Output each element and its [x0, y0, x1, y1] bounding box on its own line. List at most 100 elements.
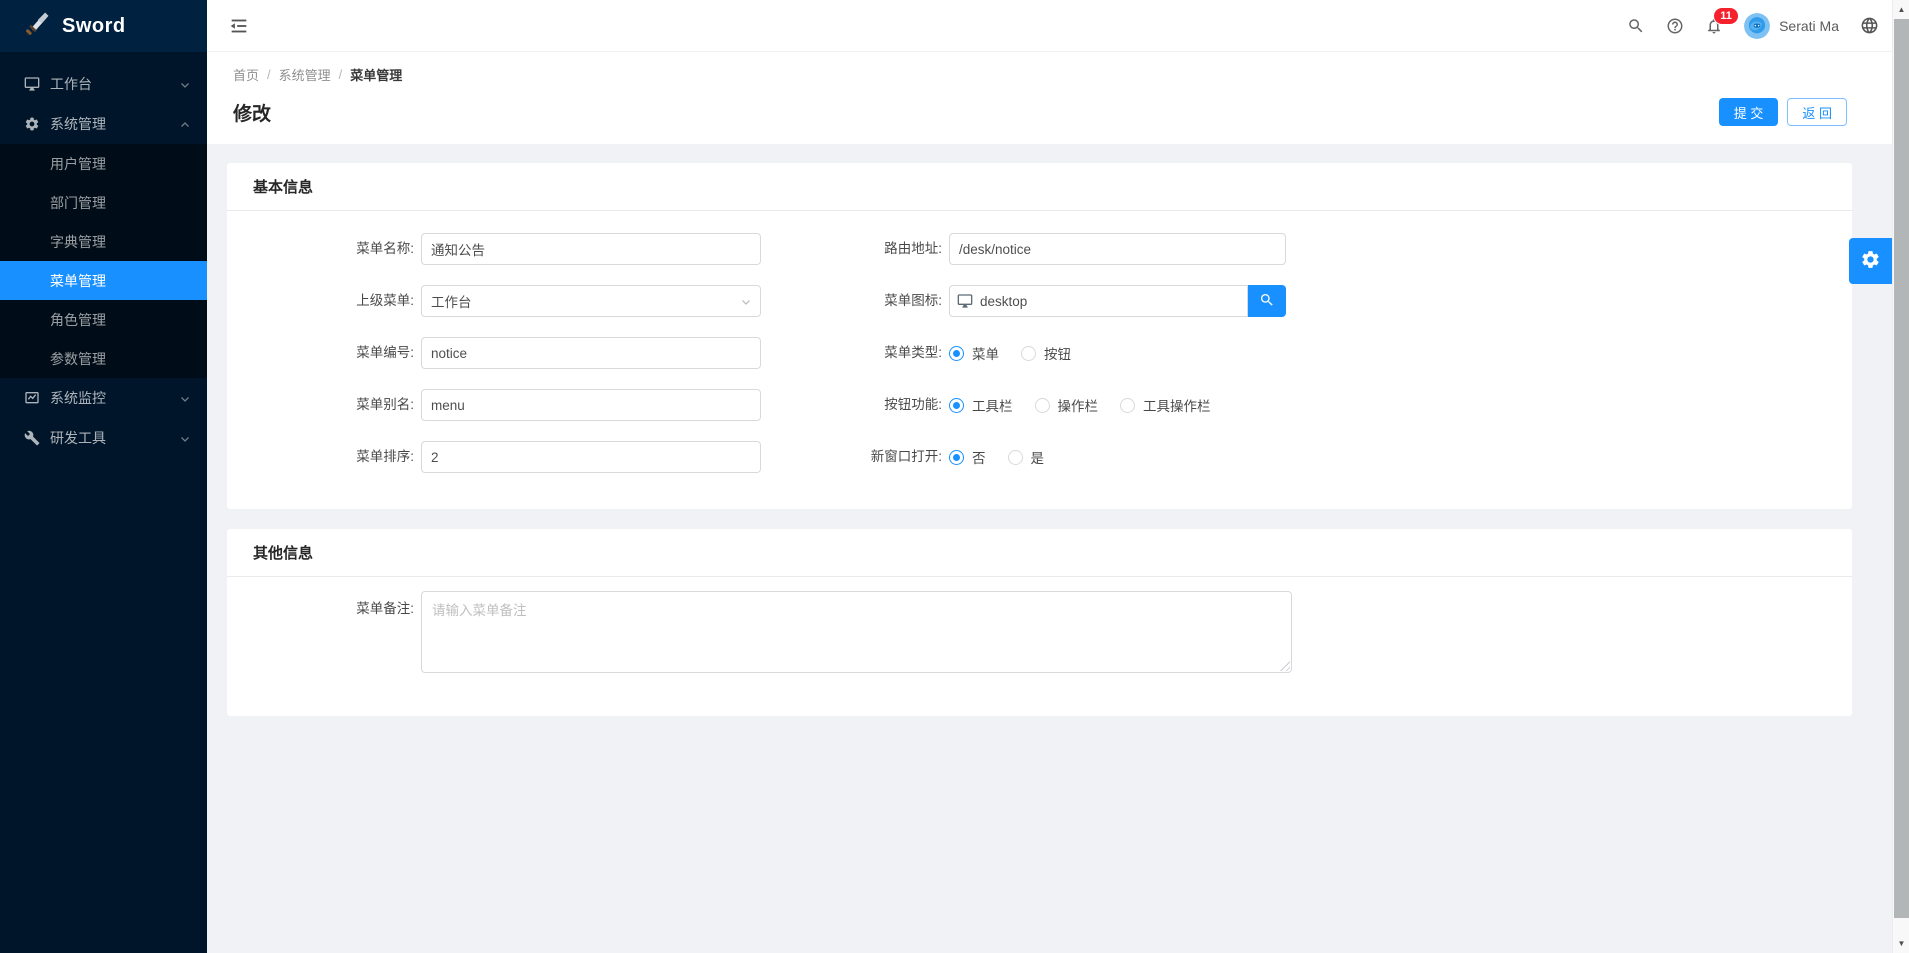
wrench-icon [24, 430, 40, 446]
radio-button[interactable]: 按钮 [1021, 343, 1071, 363]
route-path-input[interactable] [949, 233, 1286, 265]
button-func-label: 按钮功能: [761, 389, 949, 421]
menu-name-label: 菜单名称: [227, 233, 421, 265]
search-icon[interactable] [1627, 17, 1645, 35]
page-title: 修改 [233, 99, 271, 126]
sidebar-submenu-system-mgmt: 用户管理 部门管理 字典管理 菜单管理 角色管理 参数管理 [0, 144, 207, 378]
radio-yes[interactable]: 是 [1008, 447, 1045, 467]
radio-icon [949, 346, 964, 361]
monitor-chart-icon [24, 390, 40, 406]
globe-icon[interactable] [1860, 16, 1879, 35]
menu-icon-field [949, 285, 1286, 317]
main-area: 11 Serati Ma 首页 / 系统管理 / 菜单管理 修改 [207, 0, 1909, 953]
menu-type-label: 菜单类型: [761, 337, 949, 369]
sub-item-label: 菜单管理 [50, 271, 106, 291]
chevron-up-icon [179, 118, 191, 130]
avatar[interactable] [1744, 13, 1770, 39]
gear-icon [24, 116, 40, 132]
menu-sort-input[interactable] [421, 441, 761, 473]
menu-remark-field [421, 591, 1292, 673]
sidebar-item-label: 工作台 [50, 74, 179, 94]
sidebar-item-dept-mgmt[interactable]: 部门管理 [0, 183, 207, 222]
parent-menu-label: 上级菜单: [227, 285, 421, 317]
notification-badge: 11 [1713, 7, 1739, 25]
sub-item-label: 用户管理 [50, 154, 106, 174]
basic-info-card: 基本信息 菜单名称: 路由地址: 上级菜单: [227, 163, 1852, 509]
sub-item-label: 参数管理 [50, 349, 106, 369]
breadcrumb: 首页 / 系统管理 / 菜单管理 [233, 65, 1847, 84]
radio-toolbar[interactable]: 工具栏 [949, 395, 1013, 415]
radio-menu[interactable]: 菜单 [949, 343, 999, 363]
chevron-down-icon [179, 392, 191, 404]
notifications-button[interactable]: 11 [1705, 17, 1723, 35]
menu-code-input[interactable] [421, 337, 761, 369]
sub-item-label: 部门管理 [50, 193, 106, 213]
search-icon [1259, 292, 1275, 311]
radio-icon [1008, 450, 1023, 465]
new-window-radio-group: 否 是 [949, 441, 1066, 473]
sidebar-item-workbench[interactable]: 工作台 [0, 64, 207, 104]
submit-button[interactable]: 提 交 [1719, 98, 1779, 126]
radio-label: 操作栏 [1058, 395, 1099, 415]
sidebar-item-system-mgmt[interactable]: 系统管理 [0, 104, 207, 144]
sidebar-item-dict-mgmt[interactable]: 字典管理 [0, 222, 207, 261]
sidebar-item-role-mgmt[interactable]: 角色管理 [0, 300, 207, 339]
breadcrumb-home[interactable]: 首页 [233, 65, 259, 84]
radio-label: 按钮 [1044, 343, 1071, 363]
chevron-down-icon [179, 78, 191, 90]
menu-remark-textarea[interactable] [421, 591, 1292, 673]
sidebar-item-label: 研发工具 [50, 428, 179, 448]
radio-icon [949, 398, 964, 413]
sidebar-item-label: 系统监控 [50, 388, 179, 408]
sidebar-item-user-mgmt[interactable]: 用户管理 [0, 144, 207, 183]
icon-search-button[interactable] [1248, 285, 1286, 317]
menu-alias-label: 菜单别名: [227, 389, 421, 421]
menu-fold-icon[interactable] [228, 15, 250, 37]
back-button[interactable]: 返 回 [1787, 98, 1847, 126]
chevron-down-icon [179, 432, 191, 444]
gear-icon [1860, 249, 1881, 273]
vertical-scrollbar[interactable]: ▲ ▼ [1892, 0, 1909, 953]
topbar-actions: 11 Serati Ma [1627, 13, 1879, 39]
radio-label: 否 [972, 447, 986, 467]
radio-label: 是 [1031, 447, 1045, 467]
user-name[interactable]: Serati Ma [1779, 18, 1839, 34]
menu-icon-label: 菜单图标: [761, 285, 949, 317]
radio-label: 工具操作栏 [1143, 395, 1211, 415]
theme-settings-button[interactable] [1849, 238, 1892, 284]
breadcrumb-system-mgmt[interactable]: 系统管理 [279, 65, 331, 84]
scroll-down-arrow[interactable]: ▼ [1893, 935, 1909, 952]
radio-action-bar[interactable]: 操作栏 [1035, 395, 1099, 415]
parent-menu-select[interactable] [421, 285, 761, 317]
sidebar-item-system-monitor[interactable]: 系统监控 [0, 378, 207, 418]
radio-icon [949, 450, 964, 465]
menu-sort-label: 菜单排序: [227, 441, 421, 473]
radio-tool-action-bar[interactable]: 工具操作栏 [1120, 395, 1211, 415]
sidebar-item-menu-mgmt[interactable]: 菜单管理 [0, 261, 207, 300]
sub-item-label: 字典管理 [50, 232, 106, 252]
button-func-radio-group: 工具栏 操作栏 工具操作栏 [949, 389, 1233, 421]
app-logo[interactable]: Sword [0, 0, 207, 52]
radio-icon [1021, 346, 1036, 361]
radio-label: 工具栏 [972, 395, 1013, 415]
menu-name-input[interactable] [421, 233, 761, 265]
menu-type-radio-group: 菜单 按钮 [949, 337, 1093, 369]
sidebar-item-param-mgmt[interactable]: 参数管理 [0, 339, 207, 378]
help-icon[interactable] [1666, 17, 1684, 35]
breadcrumb-separator: / [267, 67, 271, 82]
parent-menu-select-value[interactable] [421, 285, 761, 317]
menu-icon-input[interactable] [949, 285, 1248, 317]
app-title: Sword [62, 15, 126, 38]
topbar: 11 Serati Ma [207, 0, 1909, 52]
scrollbar-thumb[interactable] [1894, 19, 1909, 918]
route-path-label: 路由地址: [761, 233, 949, 265]
radio-label: 菜单 [972, 343, 999, 363]
breadcrumb-separator: / [339, 67, 343, 82]
page-header: 首页 / 系统管理 / 菜单管理 修改 提 交 返 回 [207, 52, 1909, 144]
menu-remark-label: 菜单备注: [227, 591, 421, 619]
menu-alias-input[interactable] [421, 389, 761, 421]
breadcrumb-menu-mgmt: 菜单管理 [350, 65, 402, 84]
scroll-up-arrow[interactable]: ▲ [1893, 1, 1909, 18]
radio-no[interactable]: 否 [949, 447, 986, 467]
sidebar-item-dev-tools[interactable]: 研发工具 [0, 418, 207, 458]
